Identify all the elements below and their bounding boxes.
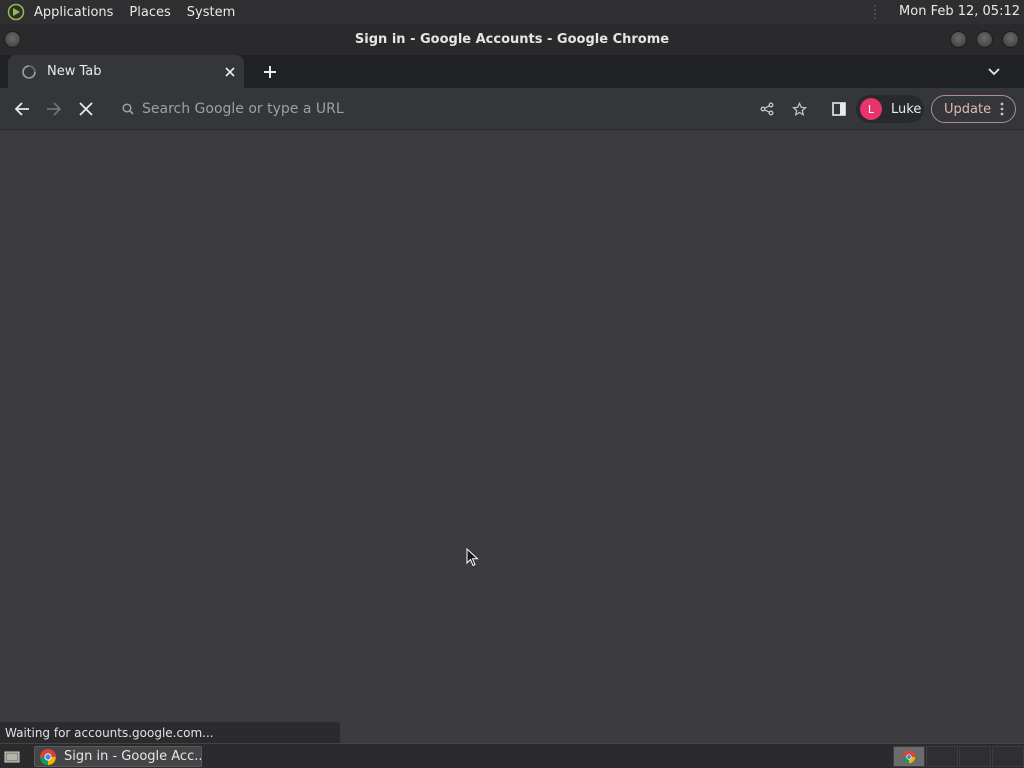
show-desktop-icon[interactable] bbox=[2, 747, 22, 766]
tab-new-tab[interactable]: New Tab bbox=[8, 55, 244, 88]
bottom-taskbar: Sign in - Google Acc... bbox=[0, 743, 1024, 768]
mouse-pointer-icon bbox=[466, 547, 480, 568]
chrome-icon bbox=[39, 748, 57, 766]
close-tab-icon[interactable] bbox=[222, 64, 238, 80]
page-content[interactable] bbox=[0, 131, 1024, 743]
workspace-3[interactable] bbox=[959, 746, 991, 767]
close-window-button[interactable] bbox=[1002, 31, 1019, 48]
menu-system[interactable]: System bbox=[179, 5, 243, 20]
taskbar-task-label: Sign in - Google Acc... bbox=[64, 749, 201, 764]
tab-search-chevron-icon[interactable] bbox=[982, 60, 1006, 84]
avatar: L bbox=[860, 98, 882, 120]
maximize-button[interactable] bbox=[976, 31, 993, 48]
stop-loading-button[interactable] bbox=[73, 96, 99, 122]
profile-name: Luke bbox=[891, 101, 922, 117]
globe-loading-icon bbox=[21, 64, 37, 80]
panel-separator bbox=[872, 4, 878, 20]
forward-button[interactable] bbox=[41, 96, 67, 122]
taskbar-chrome-window[interactable]: Sign in - Google Acc... bbox=[34, 746, 202, 767]
search-icon bbox=[118, 103, 138, 115]
update-button[interactable]: Update bbox=[931, 95, 1016, 123]
bookmark-star-icon[interactable] bbox=[786, 96, 812, 122]
kebab-menu-icon[interactable] bbox=[993, 102, 1011, 116]
workspace-2[interactable] bbox=[926, 746, 958, 767]
omnibox[interactable]: Search Google or type a URL bbox=[110, 94, 818, 124]
window-titlebar[interactable]: Sign in - Google Accounts - Google Chrom… bbox=[0, 24, 1024, 55]
back-button[interactable] bbox=[9, 96, 35, 122]
browser-toolbar: Search Google or type a URL L Luke Updat… bbox=[0, 88, 1024, 130]
workspace-1[interactable] bbox=[893, 746, 925, 767]
omnibox-placeholder: Search Google or type a URL bbox=[142, 101, 344, 117]
menu-applications[interactable]: Applications bbox=[26, 5, 121, 20]
tab-title: New Tab bbox=[47, 64, 102, 79]
top-panel: Applications Places System Mon Feb 12, 0… bbox=[0, 0, 1024, 24]
workspace-4[interactable] bbox=[992, 746, 1024, 767]
update-label: Update bbox=[944, 101, 992, 117]
distro-logo-icon[interactable] bbox=[6, 2, 26, 22]
share-icon[interactable] bbox=[754, 96, 780, 122]
tab-strip: New Tab bbox=[0, 55, 1024, 88]
menu-places[interactable]: Places bbox=[121, 5, 178, 20]
new-tab-button[interactable] bbox=[258, 60, 282, 84]
window-title: Sign in - Google Accounts - Google Chrom… bbox=[354, 32, 670, 47]
panel-clock[interactable]: Mon Feb 12, 05:12 bbox=[899, 4, 1020, 19]
side-panel-icon[interactable] bbox=[826, 96, 852, 122]
status-bubble: Waiting for accounts.google.com... bbox=[0, 722, 340, 743]
window-menu-button[interactable] bbox=[4, 31, 21, 48]
minimize-button[interactable] bbox=[950, 31, 967, 48]
profile-button[interactable]: L Luke bbox=[856, 95, 924, 123]
